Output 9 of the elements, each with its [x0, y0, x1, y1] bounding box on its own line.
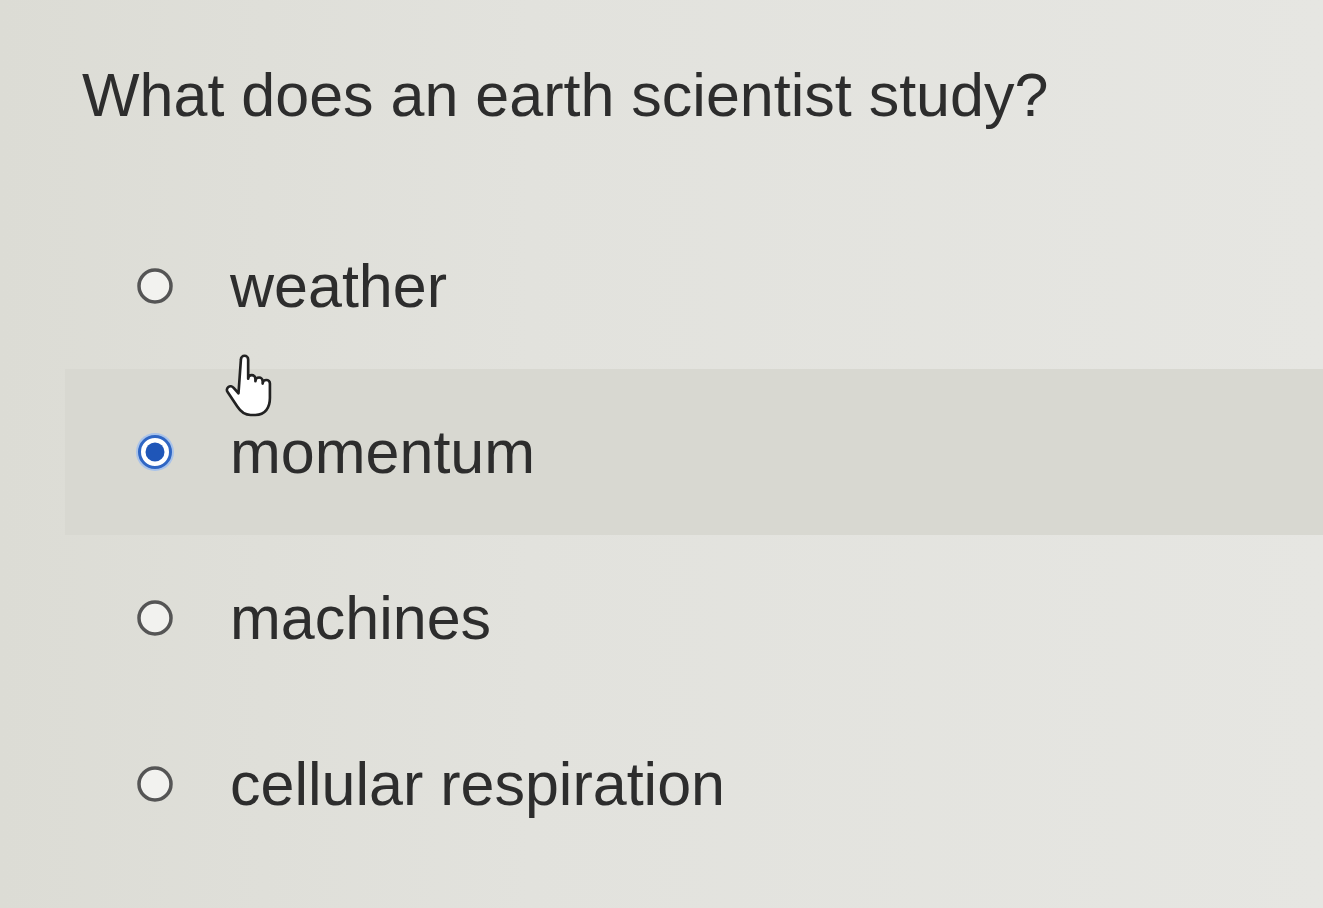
radio-icon[interactable]	[135, 598, 175, 638]
option-label[interactable]: weather	[230, 250, 447, 322]
option-label[interactable]: cellular respiration	[230, 748, 725, 820]
option-label[interactable]: momentum	[230, 416, 536, 488]
radio-icon[interactable]	[135, 764, 175, 804]
question-text: What does an earth scientist study?	[82, 60, 1050, 131]
radio-selected-icon[interactable]	[135, 432, 175, 472]
radio-icon[interactable]	[135, 266, 175, 306]
option-label[interactable]: machines	[230, 582, 492, 654]
